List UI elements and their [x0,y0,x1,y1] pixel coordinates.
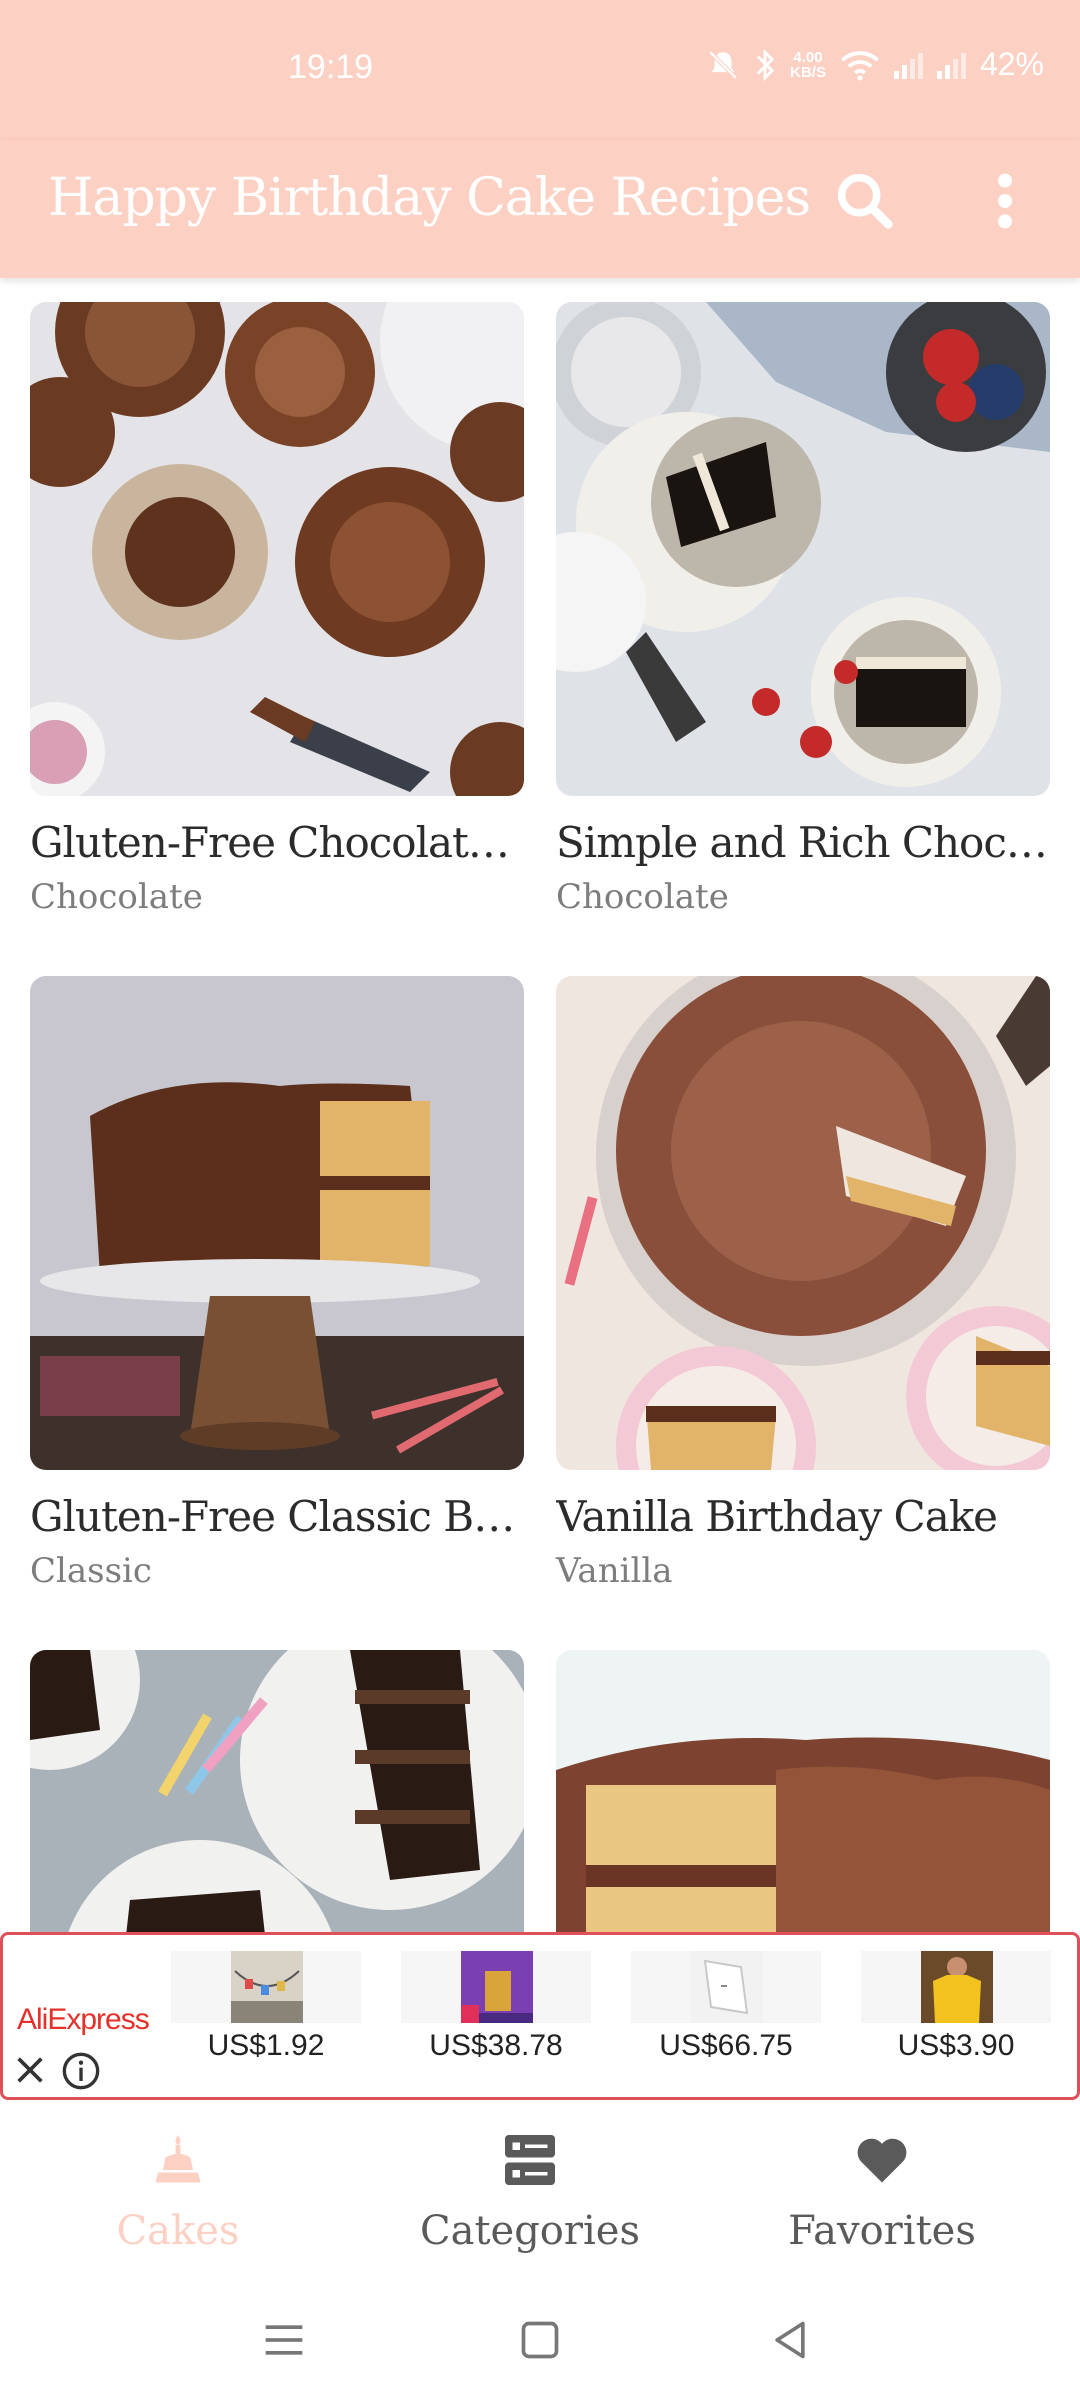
recipe-card[interactable] [30,1650,524,1932]
ad-product[interactable]: US$1.92 [171,1951,361,2071]
ad-product-image [401,1951,591,2023]
status-time: 19:19 [288,48,374,86]
bottom-navigation: Cakes Categories Favorites [0,2100,1080,2270]
wifi-icon [841,50,879,80]
ad-product-image [631,1951,821,2023]
more-vert-icon [998,173,1012,229]
app-bar: Happy Birthday Cake Recipes [0,140,1080,278]
nav-favorites[interactable]: Favorites [732,2130,1032,2260]
signal-icon [893,51,923,79]
recipe-image [30,1650,524,1932]
network-speed: 4.00 KB/S [790,50,826,80]
overflow-menu-button[interactable] [985,166,1025,236]
recipe-card[interactable]: Simple and Rich Chocol... Chocolate [556,302,1050,917]
back-icon[interactable] [768,2318,812,2362]
ad-product[interactable]: US$38.78 [401,1951,591,2071]
nav-categories[interactable]: Categories [380,2130,680,2260]
status-bar: 19:19 4.00 KB/S 42% [0,0,1080,140]
nav-label: Favorites [788,2208,976,2254]
speed-value: 4.00 [793,48,823,66]
recipe-category: Chocolate [30,877,203,917]
ad-brand-logo[interactable]: AliExpress [17,2003,150,2037]
ad-close-button[interactable] [13,2053,47,2087]
recipe-card[interactable]: Gluten-Free Classic Birt... Classic [30,976,524,1591]
recipe-image [30,976,524,1470]
recipe-title: Simple and Rich Chocol... [556,818,1050,867]
recipe-title: Vanilla Birthday Cake [556,1492,998,1541]
ad-product[interactable]: US$3.90 [861,1951,1051,2071]
search-icon [837,173,893,229]
system-navigation [0,2270,1080,2400]
recipe-image [556,1650,1050,1932]
search-button[interactable] [830,166,900,236]
categories-icon [505,2135,555,2185]
recipe-card[interactable] [556,1650,1050,1932]
recipe-category: Chocolate [556,877,729,917]
ad-product-price: US$3.90 [897,2029,1015,2062]
ad-product-price: US$38.78 [429,2029,563,2062]
recipe-card[interactable]: Vanilla Birthday Cake Vanilla [556,976,1050,1591]
recipe-image [556,302,1050,796]
ad-info-button[interactable] [61,2051,101,2091]
status-icons: 4.00 KB/S 42% [706,46,1044,83]
info-icon [62,2052,100,2090]
ad-product-price: US$66.75 [659,2029,793,2062]
nav-label: Categories [420,2208,640,2254]
speed-unit: KB/S [790,63,826,81]
recipe-card[interactable]: Gluten-Free Chocolate ... Chocolate [30,302,524,917]
bluetooth-icon [757,48,775,81]
recipe-title: Gluten-Free Chocolate ... [30,818,524,867]
nav-cakes[interactable]: Cakes [28,2130,328,2260]
recipe-image [556,976,1050,1470]
recipe-category: Vanilla [556,1551,673,1591]
home-icon[interactable] [518,2318,562,2362]
recipe-title: Gluten-Free Classic Birt... [30,1492,524,1541]
close-icon [17,2057,43,2083]
ad-product-image [861,1951,1051,2023]
recents-icon[interactable] [262,2318,306,2362]
recipe-image [30,302,524,796]
heart-icon [857,2138,907,2183]
app-title: Happy Birthday Cake Recipes [48,168,811,228]
cake-icon [155,2135,201,2183]
nav-label: Cakes [116,2208,240,2254]
ad-banner[interactable]: AliExpress US$1.92 US$38.78 US$66.75 US$… [0,1932,1080,2100]
battery-level: 42% [979,46,1044,82]
ad-product-image [171,1951,361,2023]
recipe-category: Classic [30,1551,152,1591]
mute-icon [708,50,738,79]
ad-product[interactable]: US$66.75 [631,1951,821,2071]
signal-icon-2 [936,51,966,79]
recipe-grid: Gluten-Free Chocolate ... Chocolate Simp… [0,278,1080,1932]
ad-product-price: US$1.92 [207,2029,325,2062]
